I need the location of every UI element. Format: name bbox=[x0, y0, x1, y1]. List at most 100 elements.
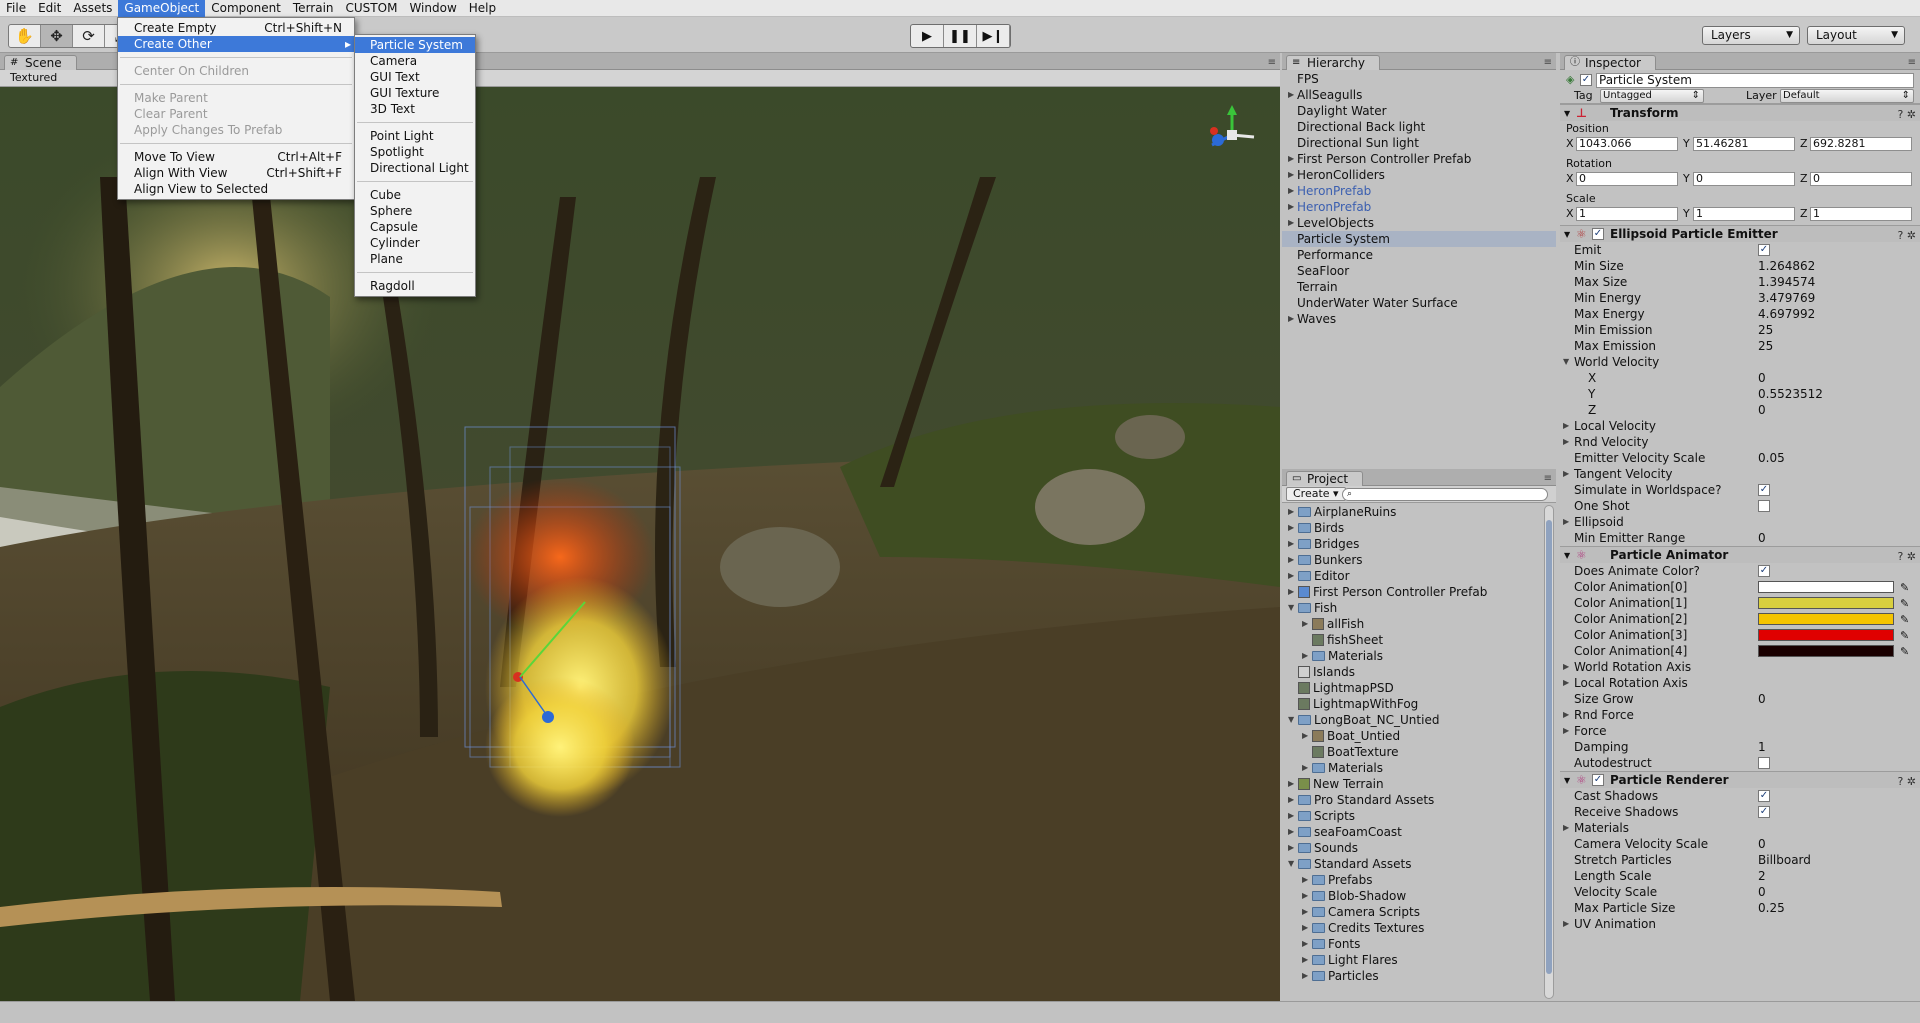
hierarchy-item[interactable]: Directional Sun light bbox=[1282, 135, 1556, 151]
expand-arrow-icon[interactable]: ▶ bbox=[1288, 151, 1294, 167]
max-emission-value[interactable]: 25 bbox=[1758, 338, 1773, 354]
expand-arrow-icon[interactable]: ▶ bbox=[1302, 920, 1308, 936]
fold-right-icon[interactable]: ▶ bbox=[1563, 675, 1569, 691]
project-item[interactable]: ▶ Materials bbox=[1282, 760, 1556, 776]
hierarchy-item[interactable]: Particle System bbox=[1282, 231, 1556, 247]
project-item[interactable]: ▶ Fonts bbox=[1282, 936, 1556, 952]
menu-item-gui-texture[interactable]: GUI Texture bbox=[355, 85, 475, 101]
damping-value[interactable]: 1 bbox=[1758, 739, 1766, 755]
expand-arrow-icon[interactable]: ▶ bbox=[1302, 760, 1308, 776]
expand-arrow-icon[interactable]: ▶ bbox=[1302, 872, 1308, 888]
hierarchy-item[interactable]: Directional Back light bbox=[1282, 119, 1556, 135]
min-emitter-range-value[interactable]: 0 bbox=[1758, 530, 1766, 546]
project-item[interactable]: ▼ LongBoat_NC_Untied bbox=[1282, 712, 1556, 728]
scale-y-field[interactable]: 1 bbox=[1693, 207, 1795, 221]
tab-scene[interactable]: # Scene bbox=[4, 55, 77, 70]
project-item[interactable]: ▶ Light Flares bbox=[1282, 952, 1556, 968]
min-size-value[interactable]: 1.264862 bbox=[1758, 258, 1815, 274]
hierarchy-item[interactable]: ▶ HeronPrefab bbox=[1282, 183, 1556, 199]
cast-shadows-checkbox[interactable]: ✓ bbox=[1758, 790, 1770, 802]
color-swatch[interactable] bbox=[1758, 581, 1894, 593]
menu-item-create-empty[interactable]: Create Empty Ctrl+Shift+N bbox=[118, 20, 354, 36]
menu-custom[interactable]: CUSTOM bbox=[340, 0, 404, 17]
hierarchy-item[interactable]: Daylight Water bbox=[1282, 103, 1556, 119]
expand-arrow-icon[interactable]: ▶ bbox=[1288, 215, 1294, 231]
expand-arrow-icon[interactable]: ▶ bbox=[1302, 888, 1308, 904]
project-search-input[interactable]: ⌕ bbox=[1342, 488, 1548, 501]
hierarchy-item[interactable]: ▶ HeronColliders bbox=[1282, 167, 1556, 183]
move-tool-icon[interactable]: ✥ bbox=[41, 25, 73, 47]
menu-file[interactable]: File bbox=[0, 0, 32, 17]
project-item[interactable]: ▼ Standard Assets bbox=[1282, 856, 1556, 872]
min-emission-value[interactable]: 25 bbox=[1758, 322, 1773, 338]
scale-z-field[interactable]: 1 bbox=[1810, 207, 1912, 221]
project-item[interactable]: ▶ Bunkers bbox=[1282, 552, 1556, 568]
hierarchy-item[interactable]: ▶ HeronPrefab bbox=[1282, 199, 1556, 215]
menu-item-camera[interactable]: Camera bbox=[355, 53, 475, 69]
hierarchy-item[interactable]: FPS bbox=[1282, 71, 1556, 87]
project-item[interactable]: LightmapPSD bbox=[1282, 680, 1556, 696]
fold-right-icon[interactable]: ▶ bbox=[1563, 723, 1569, 739]
play-button[interactable]: ▶ bbox=[911, 25, 944, 47]
camera-velocity-scale-value[interactable]: 0 bbox=[1758, 836, 1766, 852]
color-swatch[interactable] bbox=[1758, 613, 1894, 625]
project-item[interactable]: ▶ Scripts bbox=[1282, 808, 1556, 824]
expand-arrow-icon[interactable]: ▶ bbox=[1302, 952, 1308, 968]
eyedropper-icon[interactable]: ✎ bbox=[1900, 580, 1909, 596]
menu-item-particle-system[interactable]: Particle System bbox=[355, 37, 475, 53]
step-button[interactable]: ▶❙ bbox=[977, 25, 1010, 47]
tab-inspector[interactable]: ⓘ Inspector bbox=[1564, 55, 1656, 70]
receive-shadows-checkbox[interactable]: ✓ bbox=[1758, 806, 1770, 818]
menu-item-directional-light[interactable]: Directional Light bbox=[355, 160, 475, 176]
project-item[interactable]: LightmapWithFog bbox=[1282, 696, 1556, 712]
menu-help[interactable]: Help bbox=[463, 0, 502, 17]
velocity-scale-value[interactable]: 0 bbox=[1758, 884, 1766, 900]
emit-checkbox[interactable]: ✓ bbox=[1758, 244, 1770, 256]
render-mode-dropdown[interactable]: Textured bbox=[10, 71, 57, 84]
max-size-value[interactable]: 1.394574 bbox=[1758, 274, 1815, 290]
expand-arrow-icon[interactable]: ▶ bbox=[1302, 968, 1308, 983]
fold-right-icon[interactable]: ▶ bbox=[1563, 434, 1569, 450]
expand-arrow-icon[interactable]: ▶ bbox=[1302, 936, 1308, 952]
project-scrollbar[interactable] bbox=[1544, 505, 1554, 999]
hierarchy-item[interactable]: SeaFloor bbox=[1282, 263, 1556, 279]
menu-item-ragdoll[interactable]: Ragdoll bbox=[355, 278, 475, 294]
does-animate-color--checkbox[interactable]: ✓ bbox=[1758, 565, 1770, 577]
position-z-field[interactable]: 692.8281 bbox=[1810, 137, 1912, 151]
layout-dropdown[interactable]: Layout ▼ bbox=[1807, 26, 1905, 45]
menu-item-gui-text[interactable]: GUI Text bbox=[355, 69, 475, 85]
panel-menu-icon[interactable]: ≡ bbox=[1268, 57, 1276, 68]
menu-item-move-to-view[interactable]: Move To View Ctrl+Alt+F bbox=[118, 149, 354, 165]
animator-header[interactable]: ▼ ⚛ Particle Animator? ✲ bbox=[1560, 546, 1920, 563]
menu-assets[interactable]: Assets bbox=[67, 0, 118, 17]
project-item[interactable]: ▼ Fish bbox=[1282, 600, 1556, 616]
hierarchy-item[interactable]: UnderWater Water Surface bbox=[1282, 295, 1556, 311]
scale-x-field[interactable]: 1 bbox=[1576, 207, 1678, 221]
eyedropper-icon[interactable]: ✎ bbox=[1900, 644, 1909, 660]
menu-edit[interactable]: Edit bbox=[32, 0, 67, 17]
hierarchy-item[interactable]: ▶ AllSeagulls bbox=[1282, 87, 1556, 103]
position-x-field[interactable]: 1043.066 bbox=[1576, 137, 1678, 151]
menu-item-point-light[interactable]: Point Light bbox=[355, 128, 475, 144]
panel-menu-icon[interactable]: ≡ bbox=[1908, 57, 1916, 68]
expand-arrow-icon[interactable]: ▶ bbox=[1288, 199, 1294, 215]
expand-arrow-icon[interactable]: ▶ bbox=[1288, 311, 1294, 327]
project-item[interactable]: fishSheet bbox=[1282, 632, 1556, 648]
menu-item-plane[interactable]: Plane bbox=[355, 251, 475, 267]
expand-arrow-icon[interactable]: ▶ bbox=[1288, 520, 1294, 536]
autodestruct-checkbox[interactable] bbox=[1758, 757, 1770, 769]
color-swatch[interactable] bbox=[1758, 597, 1894, 609]
menu-gameobject[interactable]: GameObject bbox=[118, 0, 206, 17]
project-item[interactable]: ▶ Birds bbox=[1282, 520, 1556, 536]
menu-item-sphere[interactable]: Sphere bbox=[355, 203, 475, 219]
max-energy-value[interactable]: 4.697992 bbox=[1758, 306, 1815, 322]
fold-right-icon[interactable]: ▶ bbox=[1563, 916, 1569, 932]
project-item[interactable]: ▶ Boat_Untied bbox=[1282, 728, 1556, 744]
project-item[interactable]: ▶ seaFoamCoast bbox=[1282, 824, 1556, 840]
tag-dropdown[interactable]: Untagged ⇕ bbox=[1600, 89, 1704, 103]
hierarchy-item[interactable]: Performance bbox=[1282, 247, 1556, 263]
min-energy-value[interactable]: 3.479769 bbox=[1758, 290, 1815, 306]
expand-down-icon[interactable]: ▼ bbox=[1288, 600, 1294, 616]
hierarchy-item[interactable]: ▶ First Person Controller Prefab bbox=[1282, 151, 1556, 167]
project-item[interactable]: ▶ Camera Scripts bbox=[1282, 904, 1556, 920]
